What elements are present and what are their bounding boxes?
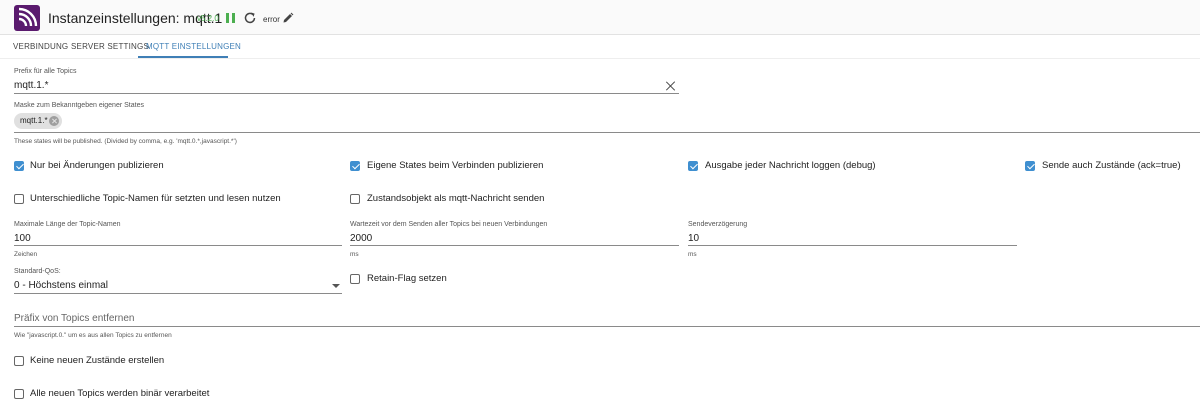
tab-mqtt-einstellungen[interactable]: MQTT EINSTELLUNGEN xyxy=(146,42,241,51)
retain-label: Retain-Flag setzen xyxy=(367,273,447,284)
version-badge: v5.2.0 xyxy=(197,14,219,23)
different-topics-checkbox[interactable] xyxy=(14,194,24,204)
qos-label: Standard-QoS: xyxy=(14,268,61,275)
tab-server-settings[interactable]: SERVER SETTINGS xyxy=(71,42,149,51)
status-text: error xyxy=(263,15,280,24)
different-topics-label: Unterschiedliche Topic-Namen für setzten… xyxy=(30,193,281,204)
debug-log-label: Ausgabe jeder Nachricht loggen (debug) xyxy=(705,160,876,171)
edit-pencil-icon[interactable] xyxy=(282,11,294,23)
mask-chip-label: mqtt.1.* xyxy=(20,116,48,125)
send-delay-underline xyxy=(688,245,1017,246)
qos-select[interactable]: 0 - Höchstens einmal xyxy=(14,280,108,291)
prefix-label: Prefix für alle Topics xyxy=(14,68,77,75)
tabbar-divider xyxy=(0,58,1200,59)
wait-time-label: Wartezeit vor dem Senden aller Topics be… xyxy=(350,221,548,228)
no-new-states-checkbox[interactable] xyxy=(14,356,24,366)
state-object-label: Zustandsobjekt als mqtt-Nachricht senden xyxy=(367,193,545,204)
only-changes-checkbox[interactable] xyxy=(14,161,24,171)
wait-time-helper: ms xyxy=(350,251,359,258)
mask-underline xyxy=(14,132,1200,133)
qos-underline xyxy=(14,293,342,294)
wait-time-input[interactable]: 2000 xyxy=(350,233,372,244)
remove-prefix-input[interactable]: Präfix von Topics entfernen xyxy=(14,313,134,324)
remove-prefix-helper: Wie "javascript.0." um es aus allen Topi… xyxy=(14,332,172,339)
retain-checkbox[interactable] xyxy=(350,274,360,284)
send-delay-label: Sendeverzögerung xyxy=(688,221,748,228)
max-topic-length-helper: Zeichen xyxy=(14,251,38,258)
dropdown-arrow-icon[interactable] xyxy=(332,284,340,288)
only-changes-label: Nur bei Änderungen publizieren xyxy=(30,160,164,171)
tab-verbindung[interactable]: VERBINDUNG xyxy=(13,42,68,51)
wait-time-underline xyxy=(350,245,679,246)
send-ack-checkbox[interactable] xyxy=(1025,161,1035,171)
send-delay-input[interactable]: 10 xyxy=(688,233,699,244)
max-topic-length-input[interactable]: 100 xyxy=(14,233,31,244)
no-new-states-label: Keine neuen Zustände erstellen xyxy=(30,355,165,366)
max-topic-length-underline xyxy=(14,245,342,246)
remove-prefix-underline xyxy=(14,326,1200,327)
state-object-checkbox[interactable] xyxy=(350,194,360,204)
mqtt-logo-icon xyxy=(14,5,40,31)
max-topic-length-label: Maximale Länge der Topic-Namen xyxy=(14,221,121,228)
prefix-underline xyxy=(14,93,679,94)
debug-log-checkbox[interactable] xyxy=(688,161,698,171)
send-ack-label: Sende auch Zustände (ack=true) xyxy=(1042,160,1181,171)
pause-icon[interactable] xyxy=(226,13,235,23)
send-delay-helper: ms xyxy=(688,251,697,258)
mask-helper-text: These states will be published. (Divided… xyxy=(14,138,237,145)
publish-on-connect-checkbox[interactable] xyxy=(350,161,360,171)
clear-icon[interactable] xyxy=(664,80,676,92)
app-header: Instanzeinstellungen: mqtt.1 v5.2.0 erro… xyxy=(0,0,1200,35)
active-tab-indicator xyxy=(138,56,228,58)
publish-on-connect-label: Eigene States beim Verbinden publizieren xyxy=(367,160,544,171)
binary-checkbox[interactable] xyxy=(14,389,24,399)
mask-chip[interactable]: mqtt.1.* xyxy=(14,113,62,129)
binary-label: Alle neuen Topics werden binär verarbeit… xyxy=(30,388,210,399)
prefix-input[interactable]: mqtt.1.* xyxy=(14,80,48,91)
mask-label: Maske zum Bekanntgeben eigener States xyxy=(14,102,144,109)
reload-icon[interactable] xyxy=(243,11,257,25)
chip-delete-icon[interactable] xyxy=(49,116,59,126)
